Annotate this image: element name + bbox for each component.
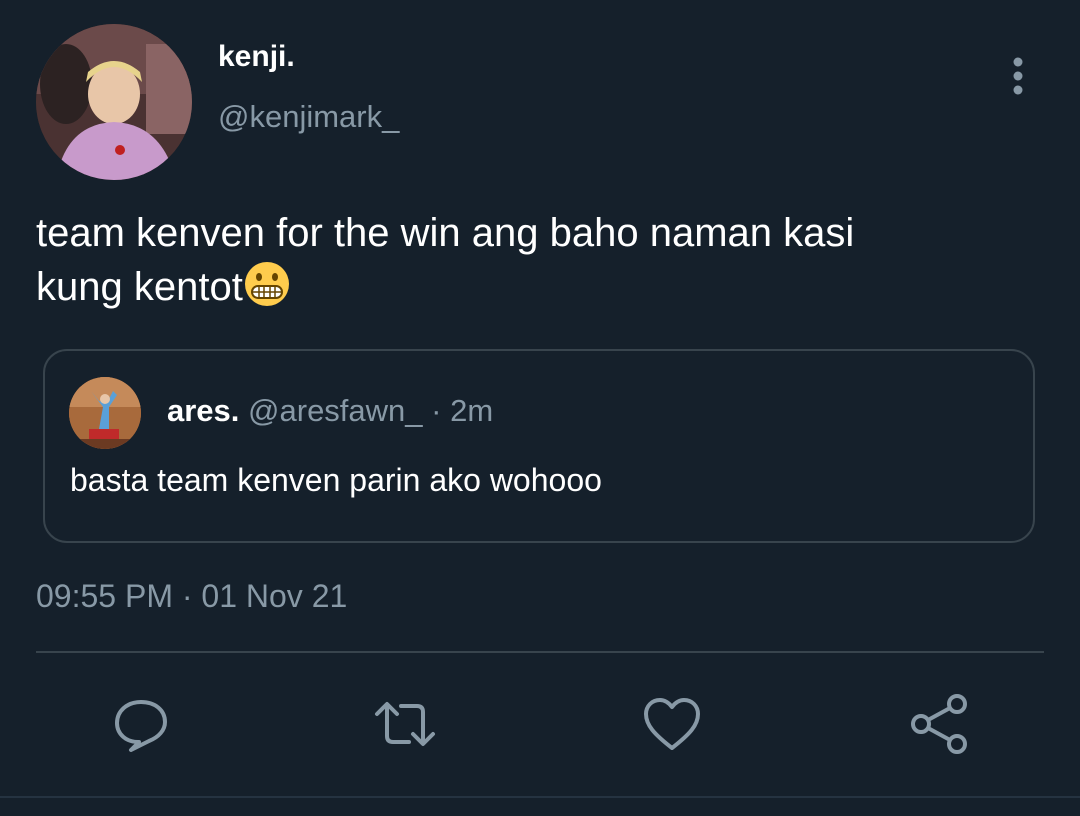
more-vertical-icon xyxy=(1013,57,1023,95)
quoted-tweet-header: ares. @aresfawn_ · 2m xyxy=(167,393,493,429)
tweet-text-line: kung kentot xyxy=(36,260,1036,314)
retweet-icon xyxy=(375,702,435,746)
more-options-button[interactable] xyxy=(996,54,1040,98)
divider xyxy=(36,651,1044,653)
quoted-tweet-card[interactable]: ares. @aresfawn_ · 2m basta team kenven … xyxy=(43,349,1035,543)
grimacing-face-icon xyxy=(244,262,289,306)
reply-button[interactable] xyxy=(109,692,173,756)
share-icon xyxy=(911,694,967,754)
quoted-header-separator: · xyxy=(431,393,442,428)
share-button[interactable] xyxy=(907,692,971,756)
tweet-text-line: team kenven for the win ang baho naman k… xyxy=(36,211,855,255)
avatar-photo xyxy=(36,24,192,180)
tweet-detail-page: kenji. @kenjimark_ team kenven for the w… xyxy=(0,0,1080,816)
like-button[interactable] xyxy=(640,692,704,756)
quoted-author-display-name: ares. xyxy=(167,393,240,428)
quoted-tweet-text: basta team kenven parin ako wohooo xyxy=(70,462,602,498)
reply-icon xyxy=(115,700,167,752)
quoted-tweet-time: 2m xyxy=(450,393,494,428)
author-avatar[interactable] xyxy=(36,24,192,180)
tweet-timestamp[interactable]: 09:55 PM · 01 Nov 21 xyxy=(36,578,347,615)
author-handle[interactable]: @kenjimark_ xyxy=(218,99,399,135)
like-icon xyxy=(644,698,700,750)
quoted-avatar-photo xyxy=(69,377,141,449)
tweet-text: team kenven for the win ang baho naman k… xyxy=(36,206,1036,314)
retweet-button[interactable] xyxy=(373,692,437,756)
bottom-divider xyxy=(0,796,1080,798)
tweet-text-line-2: kung kentot xyxy=(36,265,243,309)
quoted-author-avatar[interactable] xyxy=(69,377,141,449)
quoted-author-handle: @aresfawn_ xyxy=(248,393,423,428)
author-display-name[interactable]: kenji. xyxy=(218,40,295,74)
